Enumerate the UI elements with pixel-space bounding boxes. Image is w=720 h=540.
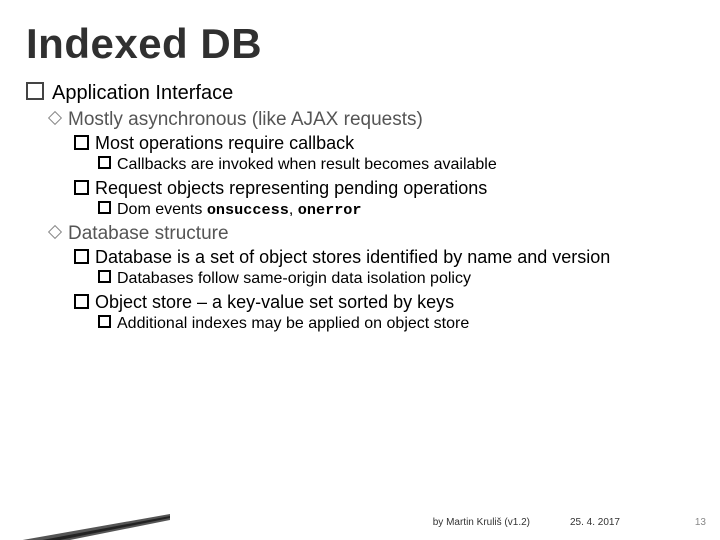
bullet-callback-invoked: Callbacks are invoked when result become…	[98, 156, 694, 174]
square-bullet-icon	[98, 201, 111, 214]
bullet-db-set-text: Database is a set of object stores ident…	[95, 247, 610, 267]
square-bullet-icon	[74, 249, 89, 264]
bullet-callback-text: Most operations require callback	[95, 133, 354, 153]
diamond-bullet-icon	[48, 111, 62, 125]
square-bullet-icon	[98, 315, 111, 328]
square-bullet-icon	[74, 294, 89, 309]
square-bullet-icon	[26, 82, 44, 100]
onsuccess-code: onsuccess	[207, 201, 289, 219]
heading-text: Application Interface	[52, 82, 233, 104]
bullet-callback-invoked-text: Callbacks are invoked when result become…	[117, 156, 497, 173]
bullet-request-objects-text: Request objects representing pending ope…	[95, 178, 487, 198]
bullet-request-objects: Request objects representing pending ope…	[74, 178, 694, 199]
square-bullet-icon	[98, 156, 111, 169]
onerror-code: onerror	[298, 201, 362, 219]
bullet-indexes-text: Additional indexes may be applied on obj…	[117, 315, 469, 332]
bullet-same-origin-text: Databases follow same-origin data isolat…	[117, 270, 471, 287]
square-bullet-icon	[74, 135, 89, 150]
bullet-object-store-text: Object store – a key-value set sorted by…	[95, 292, 454, 312]
bullet-db-structure-text: Database structure	[68, 223, 229, 244]
page-number: 13	[695, 517, 706, 528]
bullet-dom-events: Dom events onsuccess, onerror	[98, 201, 694, 219]
square-bullet-icon	[98, 270, 111, 283]
dom-events-pre: Dom events	[117, 201, 207, 218]
byline: by Martin Kruliš (v1.2)	[433, 517, 530, 528]
bullet-db-structure: Database structure	[50, 223, 694, 245]
bullet-object-store: Object store – a key-value set sorted by…	[74, 292, 694, 313]
bullet-async-text: Mostly asynchronous (like AJAX requests)	[68, 109, 423, 130]
bullet-same-origin: Databases follow same-origin data isolat…	[98, 270, 694, 288]
square-bullet-icon	[74, 180, 89, 195]
heading-line: Application Interface	[26, 82, 694, 105]
bullet-db-set: Database is a set of object stores ident…	[74, 247, 694, 268]
bullet-async: Mostly asynchronous (like AJAX requests)	[50, 109, 694, 131]
bullet-callback: Most operations require callback	[74, 133, 694, 154]
date: 25. 4. 2017	[570, 517, 620, 528]
slide-title: Indexed DB	[26, 20, 694, 68]
dom-events-mid: ,	[289, 201, 298, 218]
bullet-indexes: Additional indexes may be applied on obj…	[98, 315, 694, 333]
slide: Indexed DB Application Interface Mostly …	[0, 0, 720, 540]
diamond-bullet-icon	[48, 225, 62, 239]
